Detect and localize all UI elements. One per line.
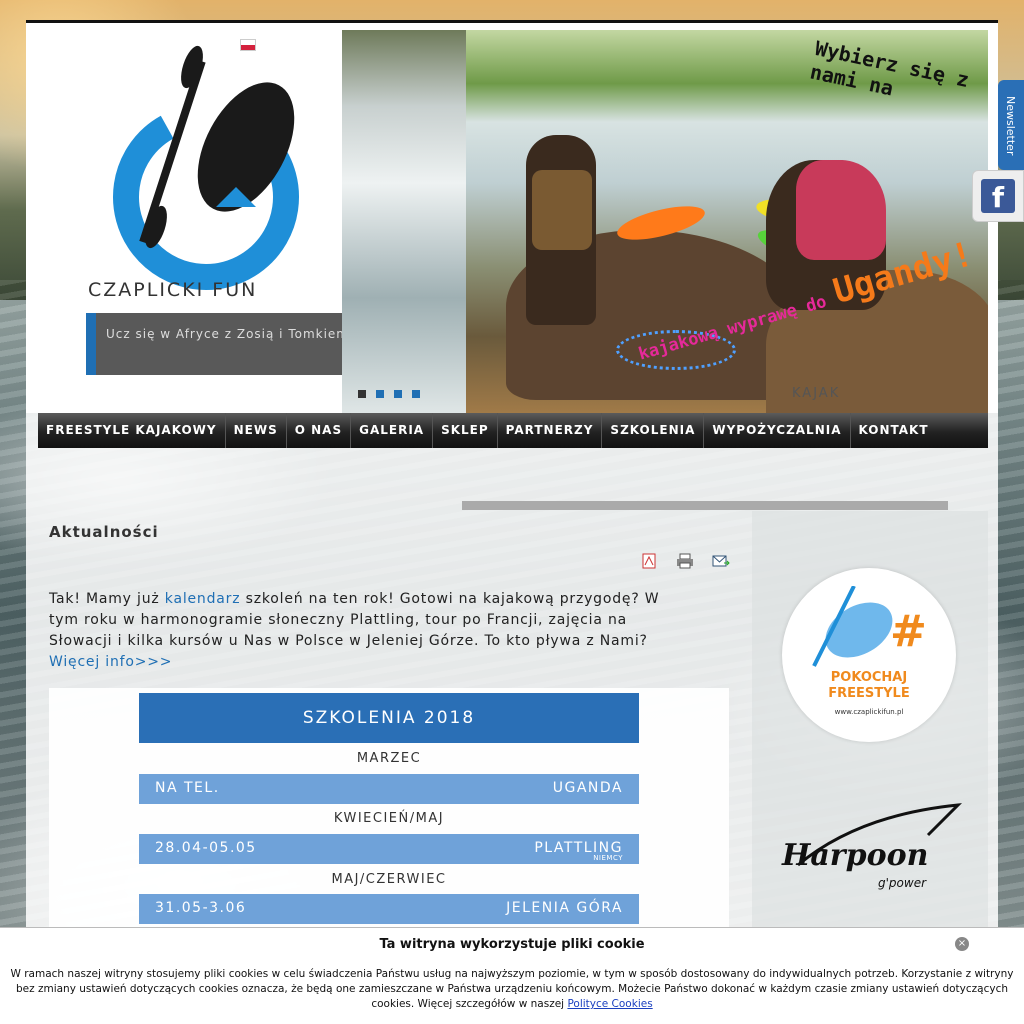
nav-item-galeria[interactable]: GALERIA <box>351 413 434 448</box>
harpoon-logo[interactable]: Harpoon g'power <box>778 795 963 895</box>
schedule-place: JELENIA GÓRA <box>506 900 623 916</box>
badge-line-1: POKOCHAJ <box>830 670 908 685</box>
person-shirt-shape <box>532 170 592 250</box>
badge-line-2: FREESTYLE <box>828 686 910 701</box>
nav-item-wypozyczalnia[interactable]: WYPOŻYCZALNIA <box>704 413 851 448</box>
slider-dot[interactable] <box>376 390 384 398</box>
calendar-link[interactable]: kalendarz <box>165 591 241 607</box>
nav-item-partnerzy[interactable]: PARTNERZY <box>498 413 603 448</box>
logo-icon[interactable] <box>96 37 336 297</box>
schedule-row: 31.05-3.06 JELENIA GÓRA <box>139 894 639 924</box>
article-intro: Tak! Mamy już kalendarz szkoleń na ten r… <box>49 589 689 673</box>
nav-item-szkolenia[interactable]: SZKOLENIA <box>602 413 705 448</box>
page-container: CZAPLICKI FUN Ucz się w Afryce z Zosią i… <box>26 20 998 1024</box>
logo-text: CZAPLICKI FUN <box>88 279 258 301</box>
schedule-month: MARZEC <box>356 751 422 766</box>
slider-side-image <box>342 30 466 413</box>
pdf-icon[interactable] <box>640 553 658 569</box>
scrollbar[interactable] <box>462 501 948 510</box>
email-icon[interactable] <box>712 553 730 569</box>
schedule-date: 31.05-3.06 <box>155 900 247 916</box>
more-info-link[interactable]: Więcej info>>> <box>49 654 172 670</box>
facebook-icon: f <box>981 179 1015 214</box>
main-nav: FREESTYLE KAJAKOWY NEWS O NAS GALERIA SK… <box>38 413 988 448</box>
schedule-month: MAJ/CZERWIEC <box>331 872 447 887</box>
header-slider[interactable]: Wybierz się z nami na kajakową wyprawę d… <box>342 30 988 413</box>
nav-item-o-nas[interactable]: O NAS <box>287 413 352 448</box>
cookie-text-body: W ramach naszej witryny stosujemy pliki … <box>10 968 1014 1010</box>
slider-dot[interactable] <box>394 390 402 398</box>
page-title: Aktualności <box>49 523 159 541</box>
cookie-text: W ramach naszej witryny stosujemy pliki … <box>8 967 1016 1012</box>
harpoon-word: Harpoon <box>781 838 928 873</box>
newsletter-tab[interactable]: Newsletter <box>998 80 1024 170</box>
schedule-month: KWIECIEŃ/MAJ <box>333 811 445 826</box>
person-shirt-shape <box>796 160 886 260</box>
schedule-row: NA TEL. UGANDA <box>139 774 639 804</box>
badge-text: POKOCHAJ FREESTYLE <box>782 670 956 702</box>
schedule-date: NA TEL. <box>155 780 220 796</box>
nav-item-kontakt[interactable]: KONTAKT <box>851 413 937 448</box>
cookie-policy-link[interactable]: Polityce Cookies <box>567 998 652 1010</box>
cookie-bar: Ta witryna wykorzystuje pliki cookie × W… <box>0 927 1024 1024</box>
polish-flag-icon[interactable] <box>240 39 256 51</box>
slider-dots <box>358 390 420 398</box>
slider-kajak-caption: KAJAK <box>792 386 841 401</box>
kayak-badge-icon: # <box>812 586 927 667</box>
badge-url: www.czaplickifun.pl <box>834 708 904 716</box>
print-icon[interactable] <box>676 553 694 569</box>
schedule-place-country: NIEMCY <box>593 854 623 862</box>
svg-text:#: # <box>890 606 927 657</box>
facebook-tab[interactable]: f <box>972 170 1024 222</box>
schedule-date: 28.04-05.05 <box>155 840 257 856</box>
newsletter-tab-label: Newsletter <box>1004 96 1017 156</box>
schedule-row: 28.04-05.05 PLATTLING NIEMCY <box>139 834 639 864</box>
intro-text-start: Tak! Mamy już <box>49 591 165 607</box>
harpoon-logo-icon: Harpoon g'power <box>781 803 963 890</box>
close-icon[interactable]: × <box>955 937 969 951</box>
cookie-title: Ta witryna wykorzystuje pliki cookie <box>379 937 645 952</box>
slider-dot[interactable] <box>412 390 420 398</box>
harpoon-brand: g'power <box>878 876 927 890</box>
pokochaj-freestyle-badge[interactable]: # POKOCHAJ FREESTYLE www.czaplickifun.pl <box>782 568 956 742</box>
nav-item-sklep[interactable]: SKLEP <box>433 413 498 448</box>
article-tools <box>640 553 730 569</box>
slider-dot[interactable] <box>358 390 366 398</box>
schedule-title: SZKOLENIA 2018 <box>139 693 639 743</box>
nav-item-freestyle[interactable]: FREESTYLE KAJAKOWY <box>38 413 226 448</box>
schedule-place: UGANDA <box>552 780 623 796</box>
nav-item-news[interactable]: NEWS <box>226 413 287 448</box>
